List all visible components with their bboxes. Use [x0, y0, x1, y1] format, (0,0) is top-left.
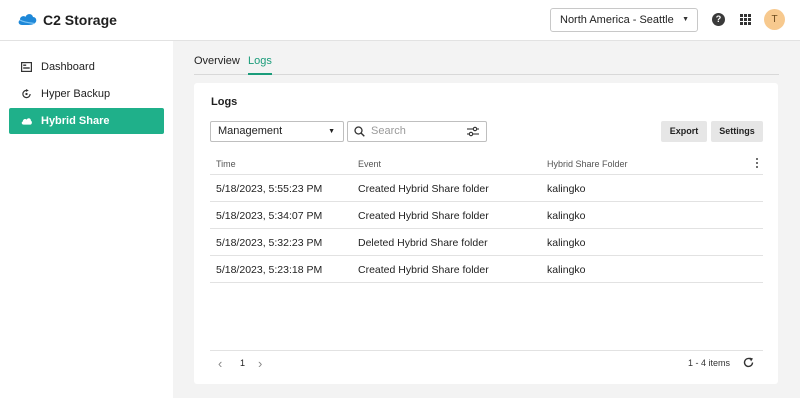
table-header: Time Event Hybrid Share Folder	[210, 153, 763, 175]
pagination-bar: ‹ 1 › 1 - 4 items	[210, 350, 763, 375]
search-icon	[354, 126, 365, 137]
table-row[interactable]: 5/18/2023, 5:34:07 PM Created Hybrid Sha…	[210, 202, 763, 229]
tab-logs[interactable]: Logs	[248, 55, 272, 75]
top-bar: C2 Storage North America - Seattle ▼ ? T	[0, 0, 800, 41]
item-count: 1 - 4 items	[687, 358, 730, 368]
scope-select-value: Management	[218, 125, 283, 137]
cell-time: 5/18/2023, 5:34:07 PM	[216, 210, 323, 222]
table-row[interactable]: 5/18/2023, 5:23:18 PM Created Hybrid Sha…	[210, 256, 763, 283]
cloud-icon	[21, 118, 32, 125]
table-row[interactable]: 5/18/2023, 5:55:23 PM Created Hybrid Sha…	[210, 175, 763, 202]
refresh-icon[interactable]	[743, 357, 754, 368]
cell-time: 5/18/2023, 5:55:23 PM	[216, 183, 323, 195]
column-header-event[interactable]: Event	[358, 159, 381, 169]
scope-select[interactable]: Management ▼	[210, 121, 344, 142]
main-content: Overview Logs Logs Management ▼ Search E…	[173, 41, 800, 398]
cell-event: Created Hybrid Share folder	[358, 183, 489, 195]
settings-button[interactable]: Settings	[711, 121, 763, 142]
help-icon[interactable]: ?	[712, 13, 725, 26]
sidebar-item-hybrid-share[interactable]: Hybrid Share	[9, 108, 164, 134]
cell-event: Created Hybrid Share folder	[358, 210, 489, 222]
apps-grid-icon[interactable]	[740, 14, 751, 25]
column-header-time[interactable]: Time	[216, 159, 236, 169]
cell-folder: kalingko	[547, 264, 586, 276]
logs-card: Logs Management ▼ Search Export Settings…	[194, 83, 778, 384]
hyper-backup-icon	[22, 89, 31, 99]
c2-logo-icon	[18, 14, 37, 26]
tab-bar: Overview Logs	[194, 55, 779, 75]
chevron-left-icon[interactable]: ‹	[218, 356, 222, 371]
cell-folder: kalingko	[547, 183, 586, 195]
dashboard-icon	[21, 62, 32, 72]
region-select-value: North America - Seattle	[560, 14, 674, 26]
search-placeholder: Search	[371, 125, 406, 137]
tab-overview[interactable]: Overview	[194, 55, 240, 75]
app-title: C2 Storage	[43, 12, 117, 28]
cell-event: Created Hybrid Share folder	[358, 264, 489, 276]
card-title: Logs	[211, 96, 238, 108]
cell-event: Deleted Hybrid Share folder	[358, 237, 488, 249]
filter-settings-icon[interactable]	[467, 126, 479, 137]
cell-folder: kalingko	[547, 237, 586, 249]
more-vertical-icon[interactable]	[756, 158, 758, 168]
export-button[interactable]: Export	[661, 121, 707, 142]
cell-folder: kalingko	[547, 210, 586, 222]
sidebar-item-hyper-backup[interactable]: Hyper Backup	[9, 81, 164, 107]
table-row[interactable]: 5/18/2023, 5:32:23 PM Deleted Hybrid Sha…	[210, 229, 763, 256]
sidebar-item-label: Hybrid Share	[41, 115, 110, 127]
cell-time: 5/18/2023, 5:32:23 PM	[216, 237, 323, 249]
column-header-folder[interactable]: Hybrid Share Folder	[547, 159, 628, 169]
search-input[interactable]: Search	[347, 121, 487, 142]
region-select[interactable]: North America - Seattle ▼	[550, 8, 698, 32]
chevron-right-icon[interactable]: ›	[258, 356, 262, 371]
sidebar-item-label: Hyper Backup	[41, 88, 111, 100]
sidebar-item-label: Dashboard	[41, 61, 95, 73]
chevron-down-icon: ▼	[328, 128, 335, 135]
user-avatar[interactable]: T	[764, 9, 785, 30]
page-number[interactable]: 1	[240, 358, 245, 368]
chevron-down-icon: ▼	[682, 16, 689, 23]
logs-table: Time Event Hybrid Share Folder 5/18/2023…	[210, 153, 763, 283]
sidebar: Dashboard Hyper Backup Hybrid Share	[0, 41, 173, 398]
cell-time: 5/18/2023, 5:23:18 PM	[216, 264, 323, 276]
sidebar-item-dashboard[interactable]: Dashboard	[9, 54, 164, 80]
